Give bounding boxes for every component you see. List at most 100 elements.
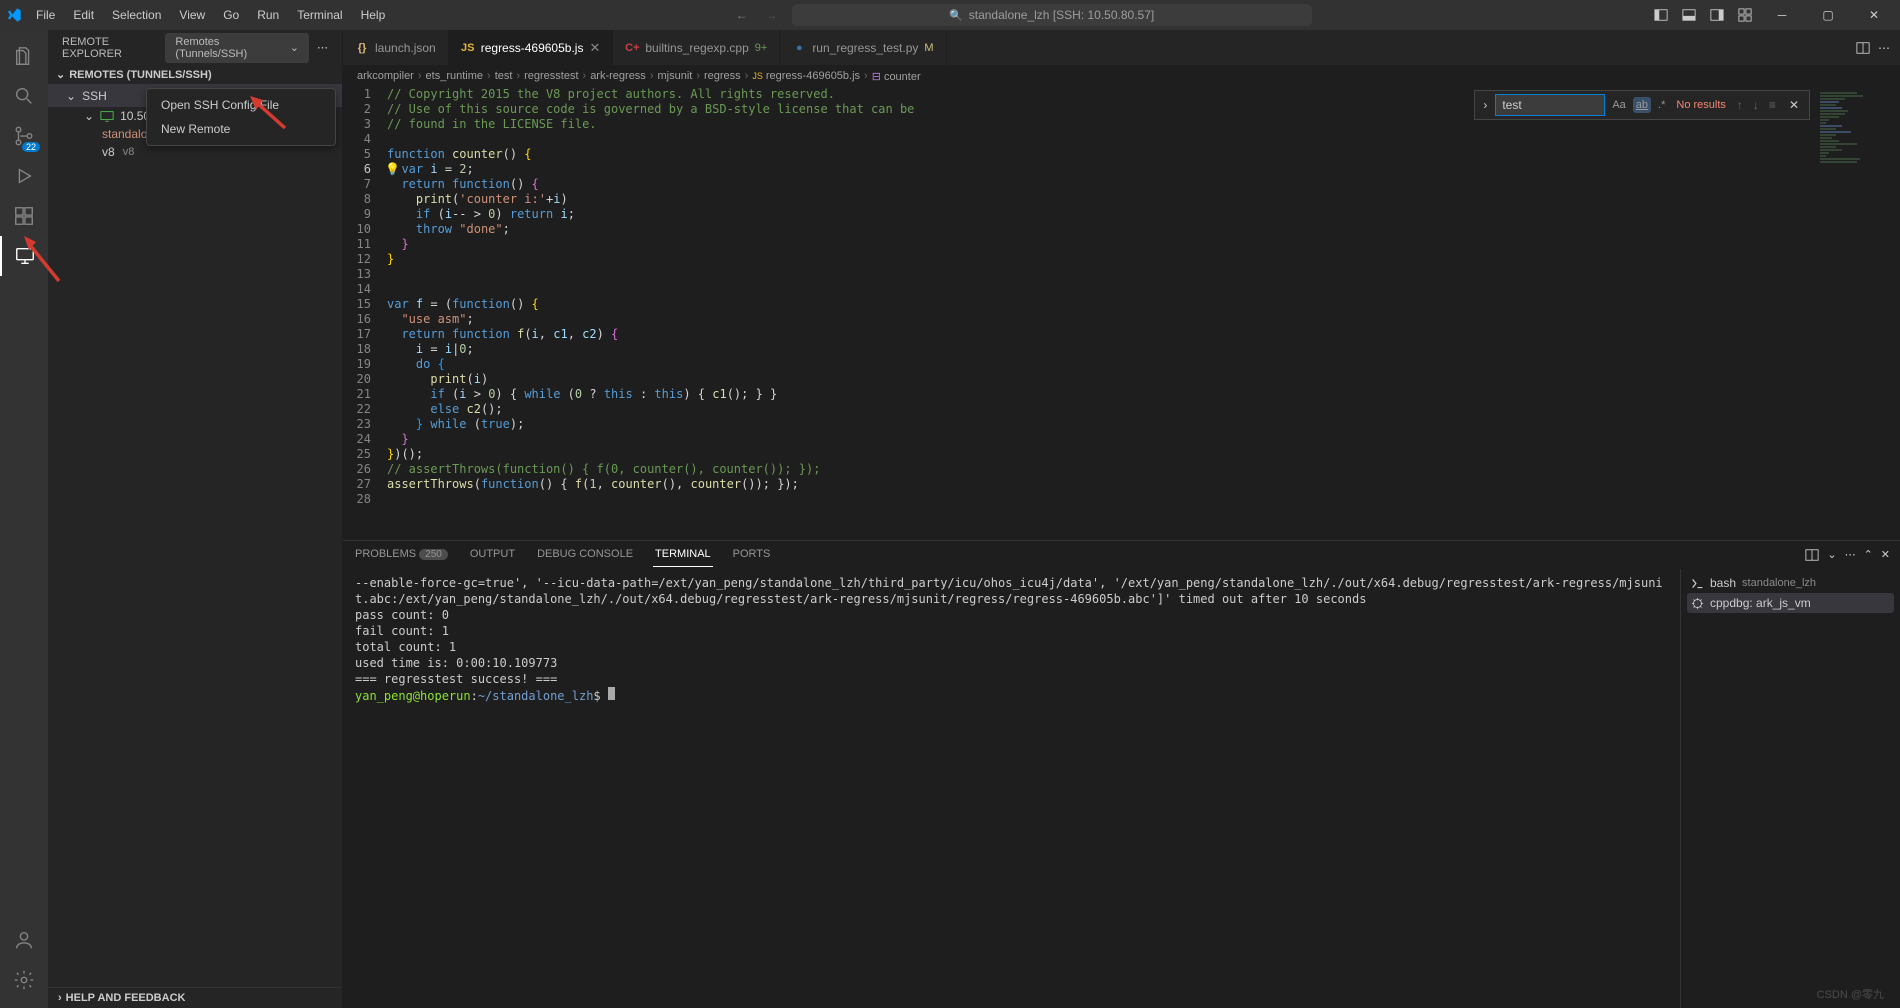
panel-maximize-icon[interactable]: ⌃ [1864,548,1873,561]
chevron-down-icon: ⌄ [290,41,299,54]
menu-selection[interactable]: Selection [104,4,169,26]
breadcrumb-item[interactable]: ets_runtime [426,70,483,82]
editor-tab[interactable]: JSregress-469605b.js✕ [449,30,614,65]
find-input[interactable] [1495,94,1605,116]
minimap[interactable] [1816,87,1886,540]
find-close-icon[interactable]: ✕ [1783,98,1805,112]
problems-badge: 250 [419,549,448,560]
explorer-icon[interactable] [0,36,48,76]
terminal-list: bashstandalone_lzhcppdbg: ark_js_vm [1680,569,1900,1008]
panel-tab-ports[interactable]: PORTS [731,542,773,567]
breadcrumb-item[interactable]: test [495,70,513,82]
more-editor-actions-icon[interactable]: ⋯ [1878,41,1890,55]
menu-new-remote[interactable]: New Remote [147,117,335,141]
terminal-list-item[interactable]: cppdbg: ark_js_vm [1687,593,1894,613]
menu-edit[interactable]: Edit [65,4,102,26]
menu-go[interactable]: Go [215,4,247,26]
sidebar-title: REMOTE EXPLORER [62,36,165,60]
layout-sidebar-left-icon[interactable] [1650,4,1672,26]
breadcrumb-item[interactable]: regresstest [524,70,578,82]
nav-forward-icon[interactable]: → [762,4,782,26]
terminal[interactable]: --enable-force-gc=true', '--icu-data-pat… [343,569,1680,1008]
breadcrumb-item[interactable]: JSregress-469605b.js [752,70,860,82]
minimize-button[interactable]: ─ [1762,0,1802,30]
terminal-line: === regresstest success! === [355,671,1668,687]
split-editor-icon[interactable] [1856,41,1870,55]
menu-view[interactable]: View [171,4,213,26]
match-case-icon[interactable]: Aa [1609,97,1628,113]
folder-label: v8 [102,145,115,159]
panel-tab-problems[interactable]: PROBLEMS250 [353,542,450,567]
menu-run[interactable]: Run [249,4,287,26]
menu-file[interactable]: File [28,4,63,26]
panel-more-icon[interactable]: ⋯ [1845,548,1856,561]
panel-tab-terminal[interactable]: TERMINAL [653,542,713,567]
terminal-line: fail count: 1 [355,623,1668,639]
panel-split-icon[interactable] [1805,548,1819,562]
breadcrumb-separator: › [650,70,654,82]
scm-badge: 22 [22,142,40,152]
menu-terminal[interactable]: Terminal [289,4,350,26]
code-editor[interactable]: 1234567891011121314151617181920212223242… [343,87,1900,540]
layout-panel-icon[interactable] [1678,4,1700,26]
search-activity-icon[interactable] [0,76,48,116]
breadcrumb-item[interactable]: ⊟counter [872,70,921,83]
close-tab-icon[interactable]: ✕ [589,40,600,56]
more-actions-icon[interactable]: ⋯ [317,41,328,54]
layout-sidebar-right-icon[interactable] [1706,4,1728,26]
chevron-down-icon: ⌄ [66,89,76,103]
file-type-icon: C+ [625,41,639,55]
command-center[interactable]: 🔍 standalone_lzh [SSH: 10.50.80.57] [792,4,1312,26]
terminal-prompt[interactable]: yan_peng@hoperun:~/standalone_lzh$ [355,687,1668,704]
search-icon: 🔍 [949,9,963,22]
panel-tabs: PROBLEMS250 OUTPUT DEBUG CONSOLE TERMINAL PO… [343,541,1900,569]
terminal-line: pass count: 0 [355,607,1668,623]
help-feedback-section[interactable]: ›HELP AND FEEDBACK [48,987,342,1008]
maximize-button[interactable]: ▢ [1808,0,1848,30]
titlebar: FileEditSelectionViewGoRunTerminalHelp ←… [0,0,1900,30]
find-expand-icon[interactable]: › [1479,98,1491,112]
accounts-icon[interactable] [0,920,48,960]
panel-tab-output[interactable]: OUTPUT [468,542,517,567]
breadcrumb-separator: › [487,70,491,82]
breadcrumb-item[interactable]: mjsunit [657,70,692,82]
terminal-line: --enable-force-gc=true', '--icu-data-pat… [355,575,1668,607]
panel-close-icon[interactable]: ✕ [1881,548,1890,561]
nav-back-icon[interactable]: ← [732,4,752,26]
breadcrumb-item[interactable]: regress [704,70,741,82]
find-filter-icon[interactable]: ≡ [1766,98,1779,112]
source-control-icon[interactable]: 22 [0,116,48,156]
remotes-section-header[interactable]: ⌄ REMOTES (TUNNELS/SSH) [48,65,342,84]
breadcrumbs[interactable]: arkcompiler › ets_runtime › test › regresstest… [343,65,1900,87]
terminal-type-icon [1691,597,1704,610]
chevron-down-icon: ⌄ [56,68,65,81]
editor-tab[interactable]: C+builtins_regexp.cpp9+ [613,30,780,65]
code-content[interactable]: // Copyright 2015 the V8 project authors… [387,87,1900,507]
regex-icon[interactable]: .* [1655,97,1668,113]
panel-chevron-icon[interactable]: ⌄ [1827,548,1836,561]
watermark: CSDN @零九 [1817,986,1884,1002]
terminal-list-item[interactable]: bashstandalone_lzh [1687,573,1894,593]
remotes-dropdown[interactable]: Remotes (Tunnels/SSH)⌄ [165,33,309,63]
menu-help[interactable]: Help [353,4,394,26]
settings-gear-icon[interactable] [0,960,48,1000]
customize-layout-icon[interactable] [1734,4,1756,26]
lightbulb-icon[interactable]: 💡 [385,162,400,176]
find-prev-icon[interactable]: ↑ [1734,98,1746,112]
run-debug-icon[interactable] [0,156,48,196]
match-word-icon[interactable]: ab [1633,97,1651,113]
panel-tab-debug-console[interactable]: DEBUG CONSOLE [535,542,635,567]
breadcrumb-item[interactable]: arkcompiler [357,70,414,82]
editor-tab[interactable]: {}launch.json [343,30,449,65]
section-label: REMOTES (TUNNELS/SSH) [69,69,211,81]
menu-open-ssh-config[interactable]: Open SSH Config File [147,93,335,117]
command-center-text: standalone_lzh [SSH: 10.50.80.57] [969,8,1154,22]
breadcrumb-separator: › [864,70,868,82]
find-next-icon[interactable]: ↓ [1750,98,1762,112]
extensions-icon[interactable] [0,196,48,236]
editor-tab[interactable]: ●run_regress_test.pyM [780,30,946,65]
sidebar: REMOTE EXPLORER Remotes (Tunnels/SSH)⌄ ⋯… [48,30,343,1008]
breadcrumb-item[interactable]: ark-regress [590,70,646,82]
find-results: No results [1672,99,1730,111]
close-button[interactable]: ✕ [1854,0,1894,30]
